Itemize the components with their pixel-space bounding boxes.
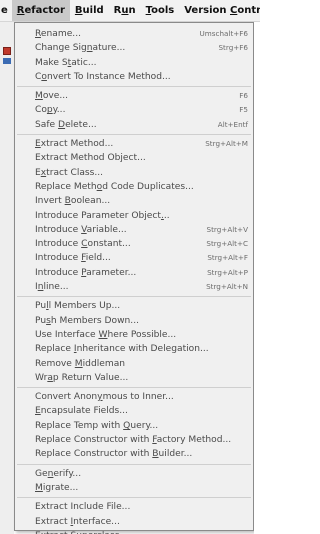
menu-item-label: Inline... <box>35 282 69 293</box>
menu-item-label: Copy... <box>35 105 66 116</box>
menu-item-label: Pull Members Up... <box>35 301 121 312</box>
background-edge <box>254 22 260 534</box>
menu-item-introduce-parameter[interactable]: Introduce Parameter... Strg+Alt+P <box>15 266 253 280</box>
menu-item-label: Remove Middleman <box>35 358 126 369</box>
menubar-item-e[interactable]: e <box>0 0 12 21</box>
menu-separator <box>17 497 251 499</box>
menu-item-extract-method[interactable]: Extract Method... Strg+Alt+M <box>15 137 253 151</box>
menu-item-replace-temp-with-query[interactable]: Replace Temp with Query... <box>15 419 253 433</box>
menu-item-convert-anonymous-to-inner[interactable]: Convert Anonymous to Inner... <box>15 390 253 404</box>
menu-item-move[interactable]: Move... F6 <box>15 89 253 103</box>
menu-item-rename[interactable]: Rename... Umschalt+F6 <box>15 27 253 41</box>
menu-item-shortcut: Strg+Alt+C <box>206 239 248 249</box>
menubar-item-tools[interactable]: Tools <box>141 0 180 21</box>
menu-item-label: Convert To Instance Method... <box>35 71 171 82</box>
menu-item-label: Extract Class... <box>35 167 104 178</box>
refactor-menu-dropdown: Rename... Umschalt+F6 Change Signature... S… <box>14 22 254 534</box>
menu-item-label: Move... <box>35 91 69 102</box>
menu-item-label: Extract Superclass... <box>35 529 128 534</box>
menu-item-label: Extract Include File... <box>35 502 131 513</box>
menu-item-invert-boolean[interactable]: Invert Boolean... <box>15 194 253 208</box>
menu-item-use-interface-where-possible[interactable]: Use Interface Where Possible... <box>15 328 253 342</box>
menu-item-shortcut: Strg+Alt+P <box>207 267 248 277</box>
menu-item-shortcut: Umschalt+F6 <box>199 29 248 38</box>
menu-item-replace-constructor-with-factory-method[interactable]: Replace Constructor with Factory Method.… <box>15 433 253 447</box>
menu-item-push-members-down[interactable]: Push Members Down... <box>15 314 253 328</box>
menu-item-wrap-return-value[interactable]: Wrap Return Value... <box>15 371 253 385</box>
menu-item-introduce-variable[interactable]: Introduce Variable... Strg+Alt+V <box>15 223 253 237</box>
menu-item-shortcut: F6 <box>239 91 248 101</box>
menu-item-make-static[interactable]: Make Static... <box>15 56 253 70</box>
menu-item-replace-constructor-with-builder[interactable]: Replace Constructor with Builder... <box>15 447 253 461</box>
menu-item-convert-to-instance-method[interactable]: Convert To Instance Method... <box>15 70 253 84</box>
menu-item-shortcut: Strg+Alt+F <box>207 253 248 263</box>
menu-item-remove-middleman[interactable]: Remove Middleman <box>15 357 253 371</box>
toolbar-icon[interactable] <box>3 47 11 55</box>
menu-item-label: Introduce Parameter... <box>35 267 137 278</box>
menu-item-label: Encapsulate Fields... <box>35 406 128 417</box>
menu-item-label: Extract Method Object... <box>35 153 146 164</box>
menu-item-label: Introduce Variable... <box>35 224 127 235</box>
menu-item-label: Wrap Return Value... <box>35 372 129 383</box>
menu-item-label: Use Interface Where Possible... <box>35 329 177 340</box>
menu-item-pull-members-up[interactable]: Pull Members Up... <box>15 299 253 313</box>
menu-item-label: Replace Constructor with Factory Method.… <box>35 435 232 446</box>
menu-item-extract-method-object[interactable]: Extract Method Object... <box>15 151 253 165</box>
menu-item-extract-interface[interactable]: Extract Interface... <box>15 515 253 529</box>
menu-item-shortcut: Strg+Alt+V <box>206 224 248 234</box>
toolbar-icon[interactable] <box>3 58 11 64</box>
menu-item-extract-class[interactable]: Extract Class... <box>15 166 253 180</box>
menu-item-label: Make Static... <box>35 57 97 68</box>
menu-item-label: Migrate... <box>35 482 79 493</box>
menu-item-encapsulate-fields[interactable]: Encapsulate Fields... <box>15 404 253 418</box>
menu-item-introduce-constant[interactable]: Introduce Constant... Strg+Alt+C <box>15 237 253 251</box>
menubar-item-run[interactable]: Run <box>109 0 141 21</box>
editor-gutter <box>0 22 14 534</box>
menu-item-shortcut: Alt+Entf <box>217 119 248 129</box>
menu-item-label: Introduce Constant... <box>35 239 131 250</box>
menu-item-replace-method-code-duplicates[interactable]: Replace Method Code Duplicates... <box>15 180 253 194</box>
menu-separator <box>17 296 251 298</box>
menu-item-replace-inheritance-with-delegation[interactable]: Replace Inheritance with Delegation... <box>15 342 253 356</box>
menu-item-shortcut: Strg+Alt+N <box>206 282 248 292</box>
menu-item-migrate[interactable]: Migrate... <box>15 481 253 495</box>
menu-bar: eRefactorBuildRunToolsVersion ControlV <box>0 0 260 22</box>
menu-item-label: Replace Temp with Query... <box>35 420 159 431</box>
menu-item-label: Invert Boolean... <box>35 196 111 207</box>
menu-item-label: Change Signature... <box>35 43 126 54</box>
menu-item-shortcut: F5 <box>239 105 248 115</box>
menu-separator <box>17 134 251 136</box>
menu-separator <box>17 387 251 389</box>
menubar-item-build[interactable]: Build <box>70 0 109 21</box>
menu-item-label: Generify... <box>35 468 82 479</box>
menu-item-label: Replace Constructor with Builder... <box>35 449 193 460</box>
menu-item-introduce-parameter-object[interactable]: Introduce Parameter Object... <box>15 209 253 223</box>
menubar-item-version-control[interactable]: Version Control <box>179 0 260 21</box>
menu-item-shortcut: Strg+F6 <box>218 43 248 53</box>
menu-item-generify[interactable]: Generify... <box>15 467 253 481</box>
menu-item-extract-superclass[interactable]: Extract Superclass... <box>15 529 253 534</box>
menu-item-label: Introduce Field... <box>35 253 111 264</box>
menu-item-inline[interactable]: Inline... Strg+Alt+N <box>15 280 253 294</box>
menu-item-copy[interactable]: Copy... F5 <box>15 103 253 117</box>
menu-item-introduce-field[interactable]: Introduce Field... Strg+Alt+F <box>15 251 253 265</box>
menubar-item-refactor[interactable]: Refactor <box>11 0 70 21</box>
menu-item-label: Replace Method Code Duplicates... <box>35 181 194 192</box>
menu-item-label: Safe Delete... <box>35 119 97 130</box>
menu-item-label: Push Members Down... <box>35 315 139 326</box>
menu-item-label: Replace Inheritance with Delegation... <box>35 344 209 355</box>
menu-item-safe-delete[interactable]: Safe Delete... Alt+Entf <box>15 118 253 132</box>
menu-item-extract-include-file[interactable]: Extract Include File... <box>15 500 253 514</box>
menu-item-label: Extract Method... <box>35 139 114 150</box>
menu-item-label: Rename... <box>35 29 81 39</box>
menu-item-label: Extract Interface... <box>35 516 120 527</box>
menu-item-shortcut: Strg+Alt+M <box>205 139 248 149</box>
menu-item-change-signature[interactable]: Change Signature... Strg+F6 <box>15 41 253 55</box>
menu-item-label: Introduce Parameter Object... <box>35 210 170 221</box>
menu-item-label: Convert Anonymous to Inner... <box>35 392 174 403</box>
menu-separator <box>17 86 251 88</box>
menu-separator <box>17 463 251 465</box>
